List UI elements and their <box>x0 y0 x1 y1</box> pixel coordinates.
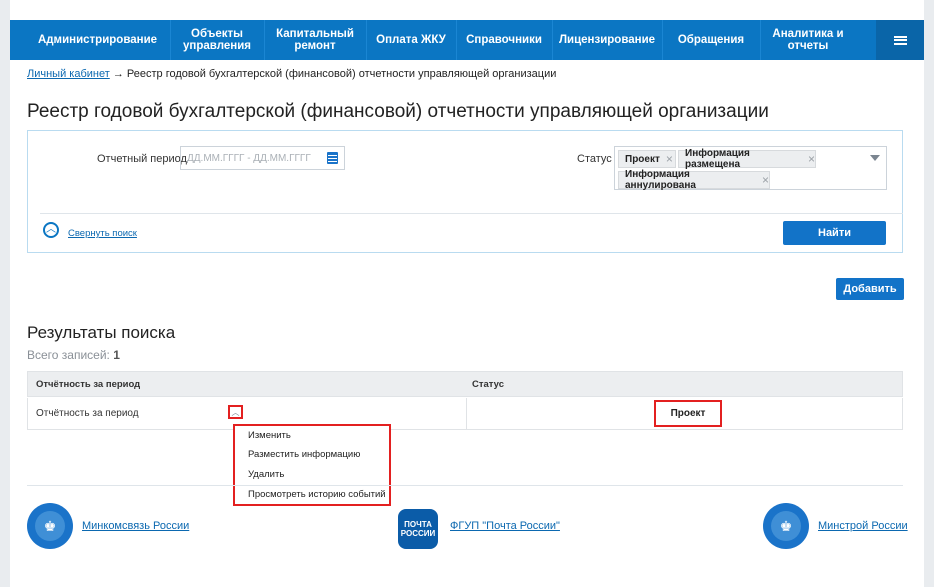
search-divider <box>40 213 903 214</box>
menu-item-edit[interactable]: Изменить <box>248 430 291 441</box>
nav-item-capital-repair[interactable]: Капитальный ремонт <box>264 20 366 60</box>
footer-link-minkomsvyaz[interactable]: Минкомсвязь России <box>82 520 189 532</box>
page-title: Реестр годовой бухгалтерской (финансовой… <box>27 101 769 122</box>
minstroy-emblem-icon: ♚ <box>763 503 809 549</box>
nav-item-appeals[interactable]: Обращения <box>662 20 760 60</box>
period-label: Отчетный период <box>97 153 187 165</box>
chevron-up-circle-icon[interactable]: ︿ <box>43 222 59 238</box>
remove-tag-icon[interactable]: × <box>808 152 815 166</box>
column-header-status: Статус <box>472 379 505 390</box>
results-table-header: Отчётность за период Статус <box>27 371 903 397</box>
minkomsvyaz-emblem-icon: ♚ <box>27 503 73 549</box>
status-tag-project: Проект × <box>618 150 676 168</box>
chevron-down-icon[interactable] <box>870 155 880 161</box>
add-button[interactable]: Добавить <box>836 278 904 300</box>
menu-item-history[interactable]: Просмотреть историю событий <box>248 489 386 500</box>
breadcrumb-separator: → <box>112 68 124 80</box>
nav-item-payment[interactable]: Оплата ЖКУ <box>366 20 456 60</box>
status-badge: Проект <box>654 400 722 427</box>
breadcrumb-home-link[interactable]: Личный кабинет <box>27 68 110 80</box>
cell-period: Отчётность за период <box>36 408 139 419</box>
menu-item-delete[interactable]: Удалить <box>248 469 284 480</box>
row-actions-toggle[interactable]: ︿ <box>228 405 243 419</box>
footer-link-russian-post[interactable]: ФГУП "Почта России" <box>450 520 560 532</box>
status-multiselect[interactable]: Проект × Информация размещена × Информация… <box>614 146 887 191</box>
status-tag-annulled: Информация аннулирована × <box>618 169 770 191</box>
cell-divider <box>466 398 467 429</box>
nav-item-licensing[interactable]: Лицензирование <box>552 20 662 60</box>
period-date-range-input[interactable]: ДД.ММ.ГГГГ - ДД.ММ.ГГГГ <box>180 146 345 170</box>
status-label: Статус <box>577 153 612 165</box>
chevron-up-icon: ︿ <box>231 407 240 417</box>
menu-item-publish[interactable]: Разместить информацию <box>248 449 360 460</box>
period-placeholder: ДД.ММ.ГГГГ - ДД.ММ.ГГГГ <box>187 152 311 164</box>
russian-post-logo-icon: ПОЧТА РОССИИ <box>398 509 438 549</box>
breadcrumb: Личный кабинет → Реестр годовой бухгалте… <box>27 68 556 80</box>
nav-item-administration[interactable]: Администрирование <box>35 20 160 60</box>
column-header-period: Отчётность за период <box>36 379 141 390</box>
total-count: 1 <box>113 348 120 362</box>
calendar-icon[interactable] <box>327 152 338 164</box>
hamburger-icon <box>893 34 907 46</box>
status-tag-published: Информация размещена × <box>678 148 816 170</box>
page-background <box>10 0 924 587</box>
footer-link-minstroy[interactable]: Минстрой России <box>818 520 908 532</box>
table-row: Отчётность за период <box>27 398 903 430</box>
row-actions-menu: Изменить Разместить информацию Удалить П… <box>233 424 391 506</box>
nav-item-management-objects[interactable]: Объекты управления <box>170 20 264 60</box>
total-records: Всего записей: 1 <box>27 348 120 362</box>
nav-item-directories[interactable]: Справочники <box>456 20 552 60</box>
find-button[interactable]: Найти <box>783 221 886 245</box>
remove-tag-icon[interactable]: × <box>762 173 769 187</box>
top-navigation: Администрирование Объекты управления Кап… <box>10 20 924 60</box>
nav-menu-button[interactable] <box>876 20 924 60</box>
remove-tag-icon[interactable]: × <box>666 152 673 166</box>
breadcrumb-current: Реестр годовой бухгалтерской (финансовой… <box>126 68 557 80</box>
collapse-search-link[interactable]: Свернуть поиск <box>68 228 137 239</box>
results-title: Результаты поиска <box>27 323 176 342</box>
footer-divider <box>27 485 903 486</box>
nav-item-analytics[interactable]: Аналитика и отчеты <box>760 20 856 60</box>
